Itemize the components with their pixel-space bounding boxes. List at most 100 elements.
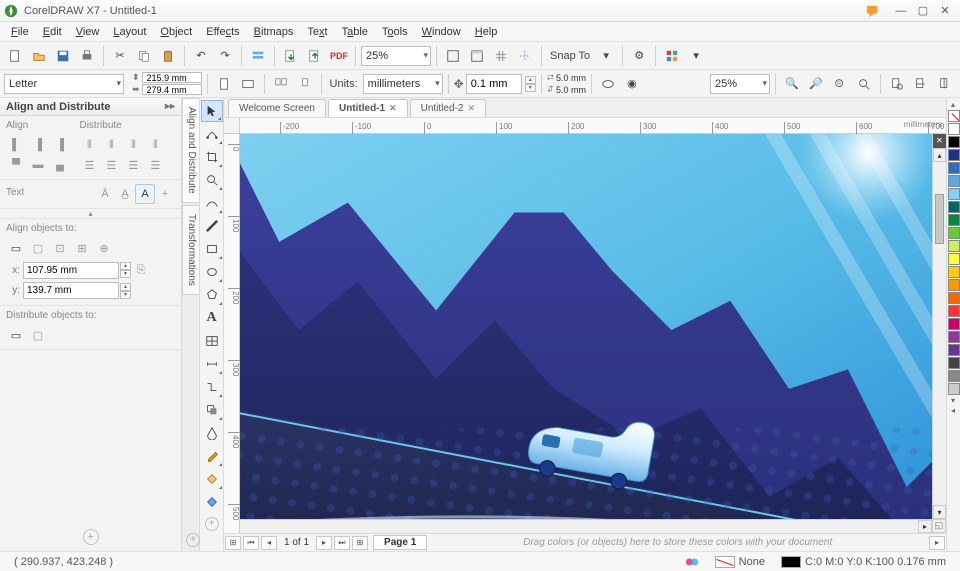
interactive-fill-tool[interactable] [201,468,223,490]
dist-right-button[interactable]: ⫴ [145,135,165,155]
menu-bitmaps[interactable]: Bitmaps [247,24,301,40]
palette-swatch[interactable] [948,201,960,213]
connector-tool[interactable] [201,376,223,398]
palette-swatch[interactable] [948,266,960,278]
tab-close-icon[interactable]: ✕ [389,103,397,114]
palette-swatch[interactable] [948,123,960,135]
palette-swatch[interactable] [948,175,960,187]
palette-swatch[interactable] [948,357,960,369]
paper-size-combo[interactable]: Letter▾ [4,74,124,94]
help-balloon-icon[interactable] [866,4,880,18]
palette-scroll-down[interactable]: ▾ [947,396,959,406]
menu-table[interactable]: Table [335,24,375,40]
menu-effects[interactable]: Effects [199,24,246,40]
open-button[interactable] [28,45,50,67]
print-button[interactable] [76,45,98,67]
zoom2-combo[interactable]: 25%▾ [710,74,770,94]
palette-swatch[interactable] [948,292,960,304]
dist-spacing-v-button[interactable]: ☰ [123,155,143,175]
align-x-up[interactable]: ▴ [120,262,131,270]
relative-button[interactable]: ◉ [621,73,643,95]
align-left-button[interactable]: ▌ [6,135,26,155]
docker-close-icon[interactable]: ▸▸ [165,101,175,112]
align-to-active-button[interactable]: ▭ [6,238,26,258]
palette-swatch[interactable] [948,318,960,330]
align-y-down[interactable]: ▾ [120,291,131,299]
zoom-page-button[interactable] [886,73,908,95]
page-prev-button[interactable]: ◂ [261,536,277,550]
tab-untitled-1[interactable]: Untitled-1✕ [328,99,408,117]
publish-pdf-button[interactable]: PDF [328,45,350,67]
app-launcher-dd[interactable]: ▾ [685,45,707,67]
zoom-in-button[interactable]: 🔍 [781,73,803,95]
ruler-horizontal[interactable]: millimeters -200-10001002003004005006007… [240,118,946,134]
pick-tool[interactable] [201,100,223,122]
page-add-button[interactable]: ⊞ [225,536,241,550]
palette-swatch[interactable] [948,383,960,395]
color-tray-menu[interactable]: ▸ [929,536,945,550]
table-tool[interactable] [201,330,223,352]
dist-to-page-button[interactable]: ▢ [28,325,48,345]
zoom-combo[interactable]: 25%▾ [361,46,431,66]
align-to-page-edge-button[interactable]: ▢ [28,238,48,258]
status-fill-swatch[interactable] [715,556,735,568]
scrollbar-horizontal[interactable]: ▸ [240,519,932,533]
align-center-h-button[interactable]: ▐ [28,135,48,155]
smart-fill-tool[interactable] [201,491,223,513]
ruler-origin[interactable] [224,118,240,134]
menu-view[interactable]: View [69,24,107,40]
align-bottom-button[interactable]: ▄ [50,155,70,175]
align-center-v-button[interactable]: ▬ [28,155,48,175]
ruler-vertical[interactable]: 0100200300400500 [224,134,240,533]
palette-swatch[interactable] [948,227,960,239]
text-tool[interactable]: A [201,307,223,329]
show-rulers-button[interactable] [466,45,488,67]
menu-object[interactable]: Object [153,24,199,40]
palette-swatch[interactable] [948,253,960,265]
dist-left-button[interactable]: ⫴ [79,135,99,155]
drawing-canvas[interactable]: ✕ ▴ ▾ ▸ ◱ [240,134,946,533]
landscape-button[interactable] [237,73,259,95]
drop-shadow-tool[interactable] [201,399,223,421]
zoom-width-button[interactable] [910,73,932,95]
crop-tool[interactable] [201,146,223,168]
undo-button[interactable]: ↶ [190,45,212,67]
page-next-button[interactable]: ▸ [316,536,332,550]
align-x-lock[interactable]: ⎘ [131,260,151,280]
align-y-up[interactable]: ▴ [120,283,131,291]
docker-tab-align[interactable]: Align and Distribute [182,98,199,203]
freehand-tool[interactable] [201,192,223,214]
treat-as-filled-button[interactable] [597,73,619,95]
zoom-height-button[interactable] [934,73,956,95]
copy-button[interactable] [133,45,155,67]
dist-bottom-button[interactable]: ☰ [145,155,165,175]
palette-swatch[interactable] [948,305,960,317]
align-to-point-button[interactable]: ⊕ [94,238,114,258]
menu-edit[interactable]: Edit [36,24,69,40]
units-combo[interactable]: millimeters▾ [363,74,443,94]
align-to-page-center-button[interactable]: ⊡ [50,238,70,258]
current-page-button[interactable] [294,73,316,95]
align-y-input[interactable] [23,282,119,299]
app-launcher-button[interactable] [661,45,683,67]
tab-welcome[interactable]: Welcome Screen [228,99,326,117]
palette-swatch[interactable] [948,331,960,343]
palette-swatch[interactable] [948,279,960,291]
palette-swatch[interactable] [948,240,960,252]
palette-swatch[interactable] [948,188,960,200]
page-add2-button[interactable]: ⊞ [352,536,368,550]
menu-tools[interactable]: Tools [375,24,415,40]
menu-help[interactable]: Help [468,24,505,40]
close-button[interactable]: ✕ [934,3,956,19]
fullscreen-button[interactable] [442,45,464,67]
snap-to-dropdown[interactable]: ▾ [595,45,617,67]
paste-button[interactable] [157,45,179,67]
import-button[interactable] [280,45,302,67]
toolbox-customize-button[interactable]: + [205,517,219,531]
dist-to-selection-button[interactable]: ▭ [6,325,26,345]
nudge-spin-down[interactable]: ▾ [525,84,536,92]
nudge-input[interactable] [466,74,522,94]
text-add-button[interactable]: + [155,184,175,204]
save-button[interactable] [52,45,74,67]
docker-tabs-add-button[interactable]: + [186,533,200,547]
